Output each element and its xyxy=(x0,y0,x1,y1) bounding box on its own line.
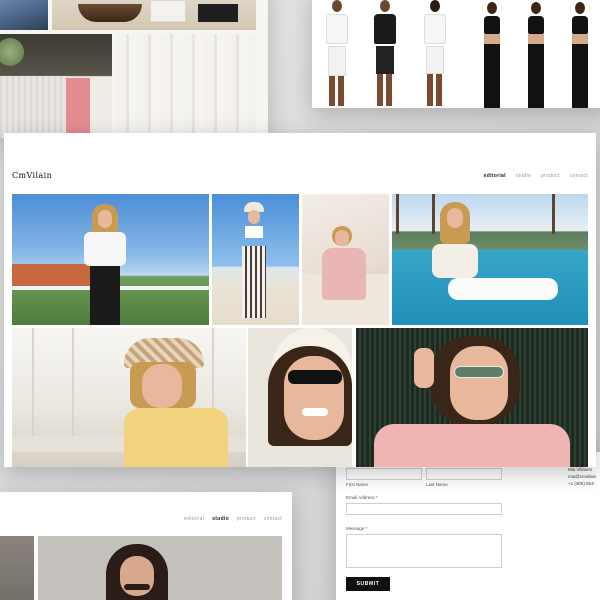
photo-sunglasses-smile[interactable] xyxy=(248,328,352,467)
email-field[interactable] xyxy=(346,503,502,515)
nav-studio[interactable]: studio xyxy=(516,173,531,179)
photo-white-books xyxy=(150,0,186,22)
photo-white-blouse-balcony[interactable] xyxy=(12,194,209,325)
photo-striped-pants-beach[interactable] xyxy=(212,194,299,325)
photo-studio-portrait xyxy=(38,536,282,600)
photo-towel xyxy=(0,76,68,138)
first-name-label: First Name xyxy=(346,482,369,487)
photo-studio-gray xyxy=(0,536,34,600)
photo-bucket-hat-marina[interactable] xyxy=(12,328,246,467)
photo-denim-shirt xyxy=(0,0,48,30)
photo-wooden-bowl xyxy=(78,4,142,22)
editorial-page-card: CmVilain editorial studio product contac… xyxy=(4,133,596,467)
site-logo[interactable]: CmVilain xyxy=(12,171,52,180)
studio-nav: editorial studio product contact xyxy=(184,516,282,522)
message-field[interactable] xyxy=(346,534,502,568)
contact-email: mia@cmvilain xyxy=(568,474,597,479)
contact-name: Mia Villasen xyxy=(568,467,593,472)
nav-contact[interactable]: contact xyxy=(570,173,588,179)
contact-phone: +1 (305) 804- xyxy=(568,481,596,486)
message-label: Message * xyxy=(346,526,368,531)
photo-curtain xyxy=(116,34,256,138)
last-name-label: Last Name xyxy=(426,482,448,487)
photo-black-tray xyxy=(198,4,238,22)
main-nav: editorial studio product contact xyxy=(484,173,588,179)
studio-preview-card: editorial studio product contact xyxy=(0,492,292,600)
photo-tennis-court[interactable] xyxy=(356,328,588,467)
last-name-field[interactable] xyxy=(426,468,502,480)
nav-contact[interactable]: contact xyxy=(264,516,282,522)
home-decor-preview-card xyxy=(0,0,268,138)
nav-editorial[interactable]: editorial xyxy=(484,173,506,179)
submit-button[interactable]: SUBMIT xyxy=(346,577,390,591)
nav-product[interactable]: product xyxy=(541,173,560,179)
photo-pink-towel xyxy=(66,78,90,138)
sportswear-preview-card xyxy=(312,0,600,108)
nav-studio[interactable]: studio xyxy=(212,516,229,522)
photo-pink-robe-sofa[interactable] xyxy=(302,194,389,325)
nav-editorial[interactable]: editorial xyxy=(184,516,204,522)
email-label: Email Address * xyxy=(346,495,378,500)
nav-product[interactable]: product xyxy=(237,516,256,522)
contact-info: Mia Villasen mia@cmvilain +1 (305) 804- xyxy=(568,466,596,487)
first-name-field[interactable] xyxy=(346,468,422,480)
photo-white-outfit-pool[interactable] xyxy=(392,194,588,325)
contact-form-card: First Name Last Name Email Address * Mes… xyxy=(336,452,600,600)
